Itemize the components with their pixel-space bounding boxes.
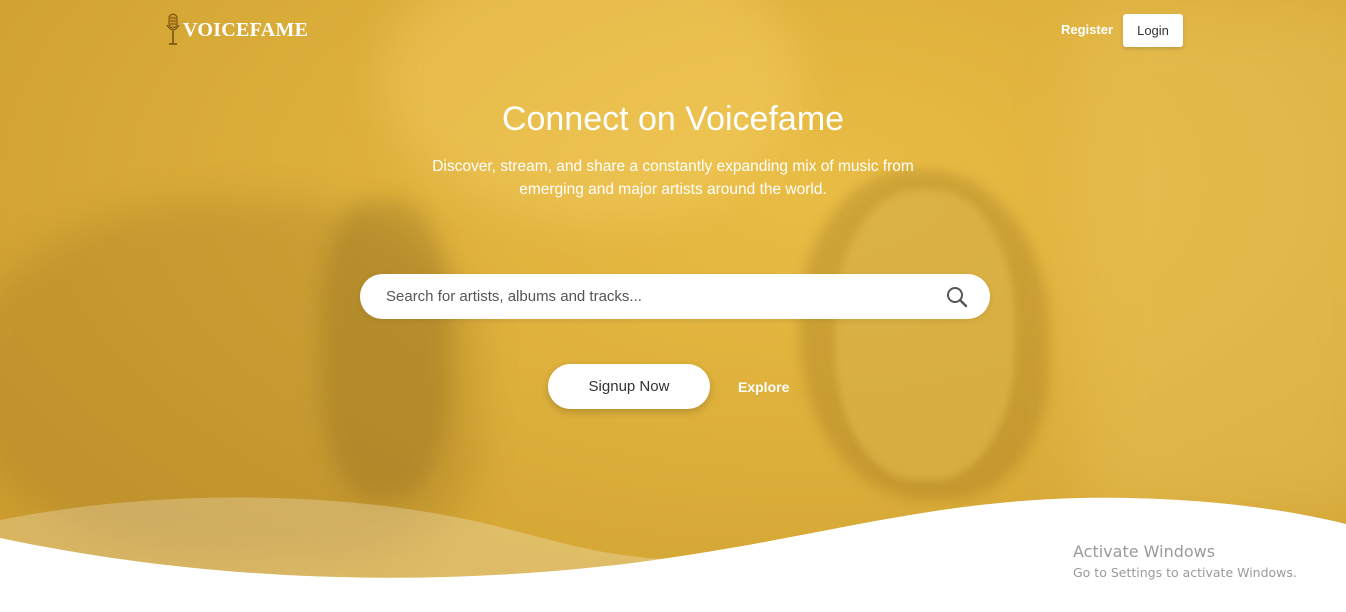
- search-input[interactable]: [386, 274, 926, 319]
- windows-activation-watermark: Activate Windows Go to Settings to activ…: [1073, 541, 1297, 583]
- watermark-title: Activate Windows: [1073, 542, 1216, 561]
- microphone-icon: [166, 13, 180, 45]
- background-headphone-left-shape: [320, 200, 450, 500]
- brand-name: VOICEFAME: [183, 18, 309, 41]
- brand-logo[interactable]: VOICEFAME: [165, 13, 308, 47]
- hero-headline: Connect on Voicefame: [501, 100, 845, 138]
- register-link[interactable]: Register: [1061, 22, 1113, 37]
- background-headphone-right-shape: [800, 170, 1050, 500]
- watermark-subtitle: Go to Settings to activate Windows.: [1073, 565, 1297, 580]
- navbar: VOICEFAME Register Login: [0, 0, 1346, 60]
- login-button[interactable]: Login: [1123, 14, 1183, 47]
- signup-button[interactable]: Signup Now: [548, 364, 710, 409]
- explore-link[interactable]: Explore: [738, 379, 789, 395]
- hero-section: VOICEFAME Register Login Connect on Voic…: [0, 0, 1346, 612]
- background-glow-shape: [1080, 0, 1346, 520]
- hero-subtitle: Discover, stream, and share a constantly…: [432, 158, 914, 198]
- search-bar: [360, 274, 990, 319]
- search-icon[interactable]: [945, 285, 969, 309]
- background-headphone-cup-shape: [835, 190, 1015, 480]
